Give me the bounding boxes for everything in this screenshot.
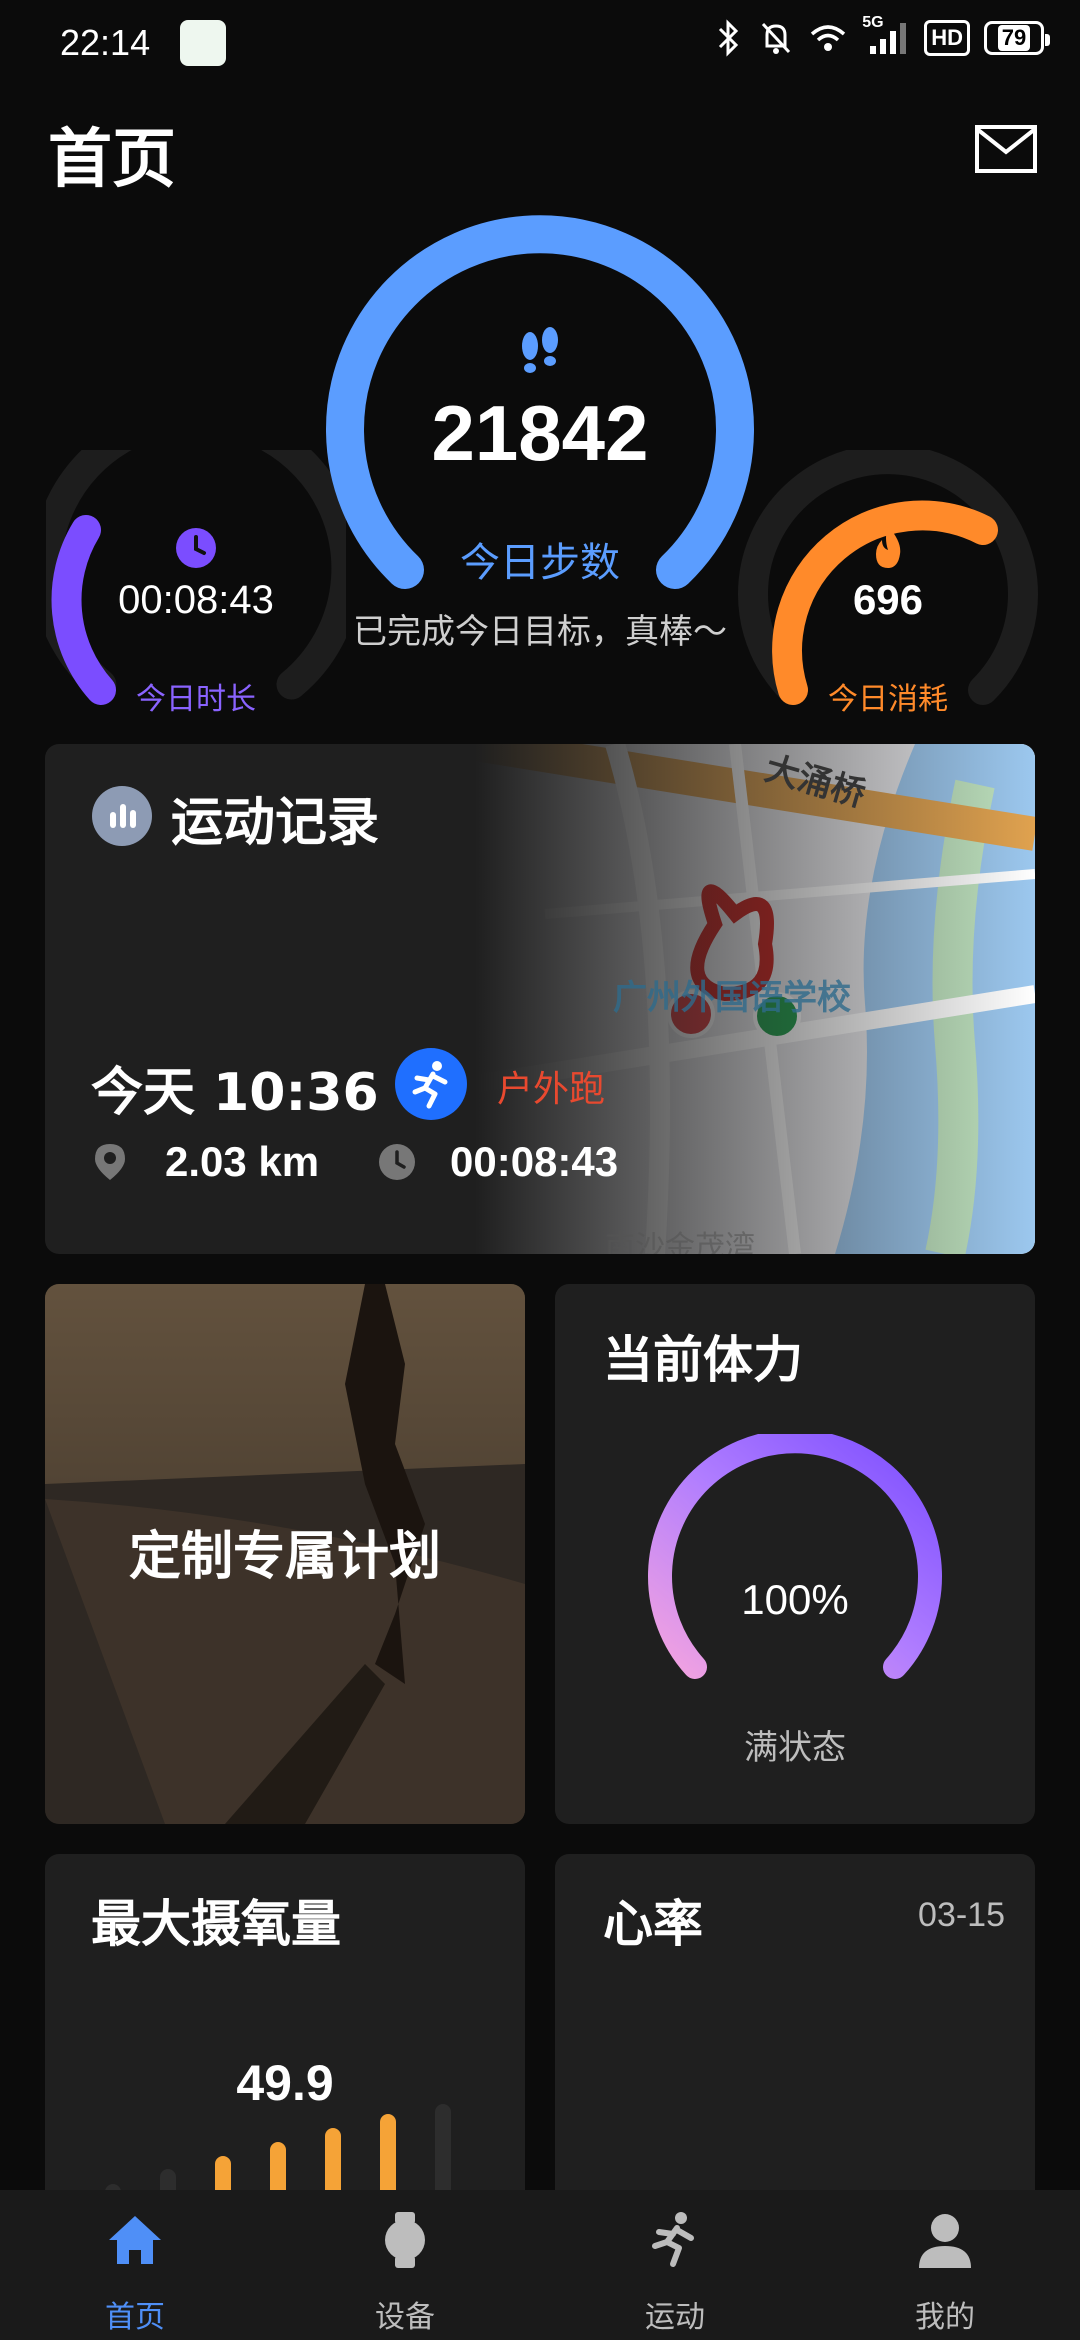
- nav-profile-label: 我的: [915, 2300, 975, 2335]
- wifi-icon: [811, 25, 846, 51]
- duration-label: 今日时长: [136, 682, 256, 717]
- home-icon: [109, 2216, 161, 2264]
- running-icon: [652, 2212, 694, 2267]
- record-title: 运动记录: [171, 793, 380, 853]
- nav-home-label: 首页: [105, 2300, 165, 2335]
- steps-value: 21842: [431, 389, 649, 477]
- stamina-status: 满状态: [744, 1728, 846, 1768]
- stamina-gauge: [648, 1434, 942, 1679]
- plan-title: 定制专属计划: [128, 1527, 441, 1587]
- map-label-school: 广州外国语学校: [613, 978, 851, 1018]
- nav-home[interactable]: 首页: [0, 2190, 270, 2340]
- nav-device-label: 设备: [375, 2300, 435, 2335]
- record-duration: 00:08:43: [450, 1138, 619, 1185]
- mute-bell-icon: [762, 22, 791, 54]
- battery-level: 79: [997, 25, 1031, 51]
- status-icons: 5G HD 79: [714, 14, 1050, 58]
- person-icon: [919, 2214, 971, 2268]
- status-bar: 22:14 5G HD 79: [0, 0, 1080, 90]
- clock-icon: [379, 1144, 415, 1180]
- watch-icon: [385, 2212, 425, 2268]
- calories-label: 今日消耗: [828, 682, 948, 717]
- nav-sport[interactable]: 运动: [540, 2190, 810, 2340]
- stamina-card[interactable]: 当前体力 100% 满状态: [555, 1284, 1035, 1824]
- calories-ring[interactable]: 696 今日消耗: [738, 450, 1038, 720]
- location-pin-icon: [95, 1144, 125, 1180]
- hd-voice-badge: HD: [924, 20, 970, 56]
- footprints-icon: [522, 327, 558, 373]
- nav-device[interactable]: 设备: [270, 2190, 540, 2340]
- cellular-signal: 5G: [862, 14, 910, 58]
- stamina-title: 当前体力: [603, 1331, 803, 1389]
- outdoor-run-icon: [395, 1048, 467, 1120]
- clock-icon: [176, 528, 216, 568]
- battery-indicator: 79: [984, 21, 1050, 55]
- record-type: 户外跑: [497, 1069, 606, 1110]
- stats-chart-icon: [92, 786, 152, 846]
- exercise-record-card[interactable]: 大涌桥 广州外国语学校 南沙金茂湾 运动记录 今天 10:36 户外跑 2.03…: [45, 744, 1035, 1254]
- signal-bars-icon: [870, 23, 907, 54]
- calories-value: 696: [852, 576, 924, 623]
- nav-profile[interactable]: 我的: [810, 2190, 1080, 2340]
- steps-ring[interactable]: 21842 今日步数: [320, 208, 760, 608]
- flame-icon: [876, 526, 901, 568]
- nav-sport-label: 运动: [645, 2300, 705, 2335]
- mail-icon[interactable]: [974, 124, 1038, 174]
- duration-ring[interactable]: 00:08:43 今日时长: [46, 450, 346, 720]
- status-time: 22:14: [60, 22, 151, 63]
- bluetooth-icon: [719, 19, 739, 57]
- record-time: 今天 10:36: [91, 1063, 379, 1123]
- record-distance: 2.03 km: [165, 1138, 320, 1185]
- map-label-bay: 南沙金茂湾: [605, 1230, 755, 1254]
- stamina-value: 100%: [741, 1576, 849, 1623]
- vo2max-title: 最大摄氧量: [91, 1895, 341, 1953]
- heart-rate-title: 心率: [603, 1895, 703, 1953]
- steps-label: 今日步数: [460, 540, 620, 586]
- steps-goal-message: 已完成今日目标，真棒～: [353, 612, 727, 652]
- notification-app-icon: [180, 20, 226, 66]
- bottom-navigation: 首页 设备 运动 我的: [0, 2190, 1080, 2340]
- page-title: 首页: [48, 123, 176, 197]
- custom-plan-card[interactable]: 定制专属计划: [45, 1284, 525, 1824]
- heart-rate-date: 03-15: [918, 1896, 1005, 1934]
